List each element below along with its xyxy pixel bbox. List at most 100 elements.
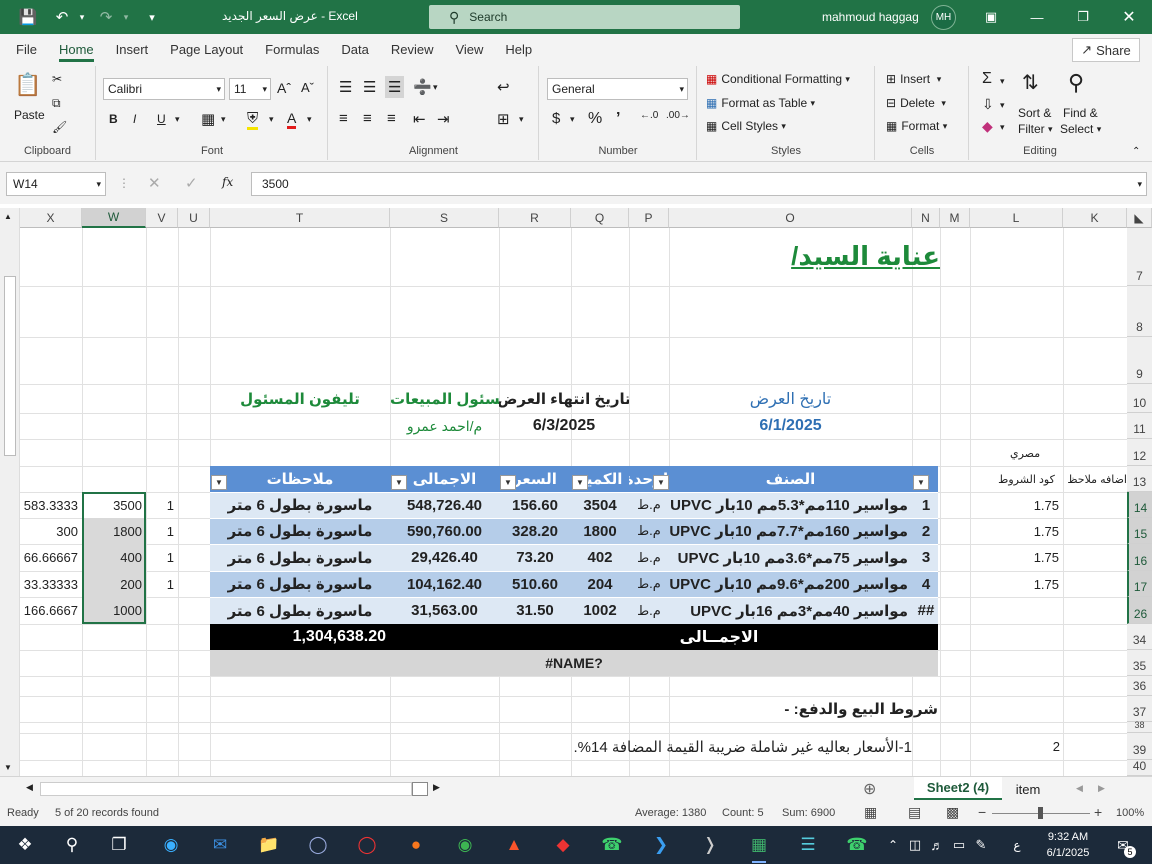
row-header[interactable]: 9	[1127, 337, 1152, 384]
cell-qty[interactable]: 402	[571, 544, 629, 571]
increase-font-icon[interactable]: Aˆ	[277, 80, 291, 96]
select-all-corner-right[interactable]: ◣	[1127, 208, 1152, 228]
vertical-scrollbar[interactable]: ▲ ▼	[0, 208, 20, 776]
filter-dropdown-icon[interactable]: ▼	[653, 475, 669, 490]
col-header-m[interactable]: M	[940, 208, 970, 228]
currency-dropdown-icon[interactable]: ▾	[570, 114, 575, 125]
name-box[interactable]: W14 ▾	[6, 172, 106, 196]
row-header[interactable]: 11	[1127, 413, 1152, 439]
autosum-icon[interactable]: Σ	[982, 70, 992, 88]
cell-n[interactable]: 3	[912, 544, 940, 571]
row-header[interactable]: 14	[1127, 492, 1152, 518]
clear-icon[interactable]: ◆	[982, 118, 993, 135]
copy-icon[interactable]: ⧉	[52, 96, 61, 111]
increase-indent-icon[interactable]: ⇥	[437, 110, 450, 128]
cell-n[interactable]: 2	[912, 518, 940, 544]
cell-item[interactable]: مواسير 160مم*7.7مم 10بار UPVC	[669, 518, 912, 544]
opera-icon[interactable]: ◯	[352, 831, 382, 859]
tab-scroll-left-icon[interactable]: ◀	[1076, 783, 1083, 794]
col-header-n[interactable]: N	[912, 208, 940, 228]
sort-filter-label-2[interactable]: Filter ▾	[1018, 122, 1053, 136]
whatsapp-icon[interactable]: ☎	[597, 831, 627, 859]
cell-price[interactable]: 510.60	[499, 571, 571, 597]
borders-dropdown-icon[interactable]: ▾	[221, 114, 226, 125]
avatar[interactable]: MH	[931, 5, 956, 30]
filter-dropdown-icon[interactable]: ▼	[500, 475, 516, 490]
row-header[interactable]: 7	[1127, 228, 1152, 286]
restore-icon[interactable]: ❐	[1060, 0, 1106, 34]
cell-price[interactable]: 328.20	[499, 518, 571, 544]
zoom-level[interactable]: 100%	[1116, 807, 1144, 819]
row-header[interactable]: 34	[1127, 624, 1152, 650]
font-name-select[interactable]: Calibri ▾	[103, 78, 225, 100]
delete-cells-button[interactable]: ⊟ Delete ▾	[886, 96, 946, 110]
col-header-l[interactable]: L	[970, 208, 1063, 228]
scroll-right-icon[interactable]: ▶	[433, 782, 440, 793]
minimize-icon[interactable]: —	[1014, 0, 1060, 34]
cell-item[interactable]: مواسير 200مم*9.6مم 10بار UPVC	[669, 571, 912, 597]
row-header[interactable]: 10	[1127, 384, 1152, 413]
cell-v[interactable]: 1	[146, 544, 178, 571]
scroll-up-icon[interactable]: ▲	[4, 212, 12, 221]
fill-icon[interactable]: ⇩	[982, 96, 994, 113]
horizontal-scroll-thumb[interactable]	[412, 782, 428, 796]
cell-l[interactable]: 1.75	[970, 544, 1063, 571]
filter-dropdown-icon[interactable]: ▼	[211, 475, 227, 490]
search-box[interactable]: ⚲ Search	[429, 5, 740, 29]
cell-v[interactable]	[146, 597, 178, 624]
sheet-tab-active[interactable]: Sheet2 (4)	[914, 777, 1002, 801]
font-color-icon[interactable]: A	[287, 110, 297, 129]
scroll-left-icon[interactable]: ◀	[26, 782, 33, 793]
cell-qty[interactable]: 204	[571, 571, 629, 597]
expand-formula-icon[interactable]: ▾	[1137, 179, 1142, 190]
cell-item[interactable]: مواسير 40مم*3مم 16بار UPVC	[669, 597, 912, 624]
cell-x[interactable]: 300	[20, 518, 82, 544]
cell-notes[interactable]: ماسورة بطول 6 متر	[210, 597, 390, 624]
user-name[interactable]: mahmoud haggag	[822, 10, 919, 24]
paste-button[interactable]: Paste	[14, 108, 45, 122]
new-sheet-icon[interactable]: ⊕	[863, 779, 876, 799]
anydesk-icon[interactable]: ◆	[548, 831, 578, 859]
align-top-icon[interactable]: ☰	[339, 78, 352, 96]
menu-home[interactable]: Home	[48, 34, 105, 64]
close-icon[interactable]: ✕	[1106, 0, 1152, 34]
orientation-icon[interactable]: ➗	[413, 78, 432, 96]
row-header[interactable]: 35	[1127, 650, 1152, 676]
row-header[interactable]: 16	[1127, 544, 1152, 571]
redo-dropdown-icon[interactable]: ▾	[120, 0, 132, 34]
cell-notes[interactable]: ماسورة بطول 6 متر	[210, 518, 390, 544]
edge-icon[interactable]: ◉	[156, 831, 186, 859]
cell-x[interactable]: 166.6667	[20, 597, 82, 624]
file-explorer-icon[interactable]: 📁	[254, 831, 284, 859]
row-header[interactable]: 38	[1127, 720, 1152, 733]
normal-view-icon[interactable]: ▦	[864, 804, 877, 821]
search-icon[interactable]: ⚲	[57, 831, 87, 859]
cell-n[interactable]: 4	[912, 571, 940, 597]
clear-dropdown-icon[interactable]: ▾	[1000, 122, 1005, 133]
worksheet-grid[interactable]: ◢ X W V U T S R Q P O N M L K ◣	[0, 204, 1152, 776]
col-header-r[interactable]: R	[499, 208, 571, 228]
enter-icon[interactable]: ✓	[185, 174, 198, 192]
align-left-icon[interactable]: ≡	[339, 110, 348, 127]
underline-dropdown-icon[interactable]: ▾	[175, 114, 180, 125]
cell-qty[interactable]: 3504	[571, 492, 629, 518]
insert-cells-button[interactable]: ⊞ Insert ▾	[886, 72, 941, 86]
cell-n[interactable]: ##	[912, 597, 940, 624]
align-bottom-icon[interactable]: ☰	[385, 76, 405, 98]
row-header[interactable]: 15	[1127, 518, 1152, 544]
cell-total[interactable]: 590,760.00	[390, 518, 499, 544]
cell-notes[interactable]: ماسورة بطول 6 متر	[210, 492, 390, 518]
decrease-font-icon[interactable]: Aˇ	[301, 80, 314, 95]
menu-page-layout[interactable]: Page Layout	[159, 34, 254, 64]
find-select-icon[interactable]: ⚲	[1068, 70, 1084, 96]
autosum-dropdown-icon[interactable]: ▾	[1000, 76, 1005, 87]
cell-notes[interactable]: ماسورة بطول 6 متر	[210, 544, 390, 571]
comma-style-icon[interactable]: ’	[616, 110, 620, 128]
cell-price[interactable]: 31.50	[499, 597, 571, 624]
cancel-icon[interactable]: ✕	[148, 174, 161, 192]
cell-item[interactable]: مواسير 75مم*3.6مم 10بار UPVC	[669, 544, 912, 571]
cell-qty[interactable]: 1002	[571, 597, 629, 624]
cell-unit[interactable]: م.ط	[629, 544, 669, 571]
wrap-text-icon[interactable]: ↩	[497, 78, 510, 96]
row-header[interactable]: 39	[1127, 733, 1152, 760]
